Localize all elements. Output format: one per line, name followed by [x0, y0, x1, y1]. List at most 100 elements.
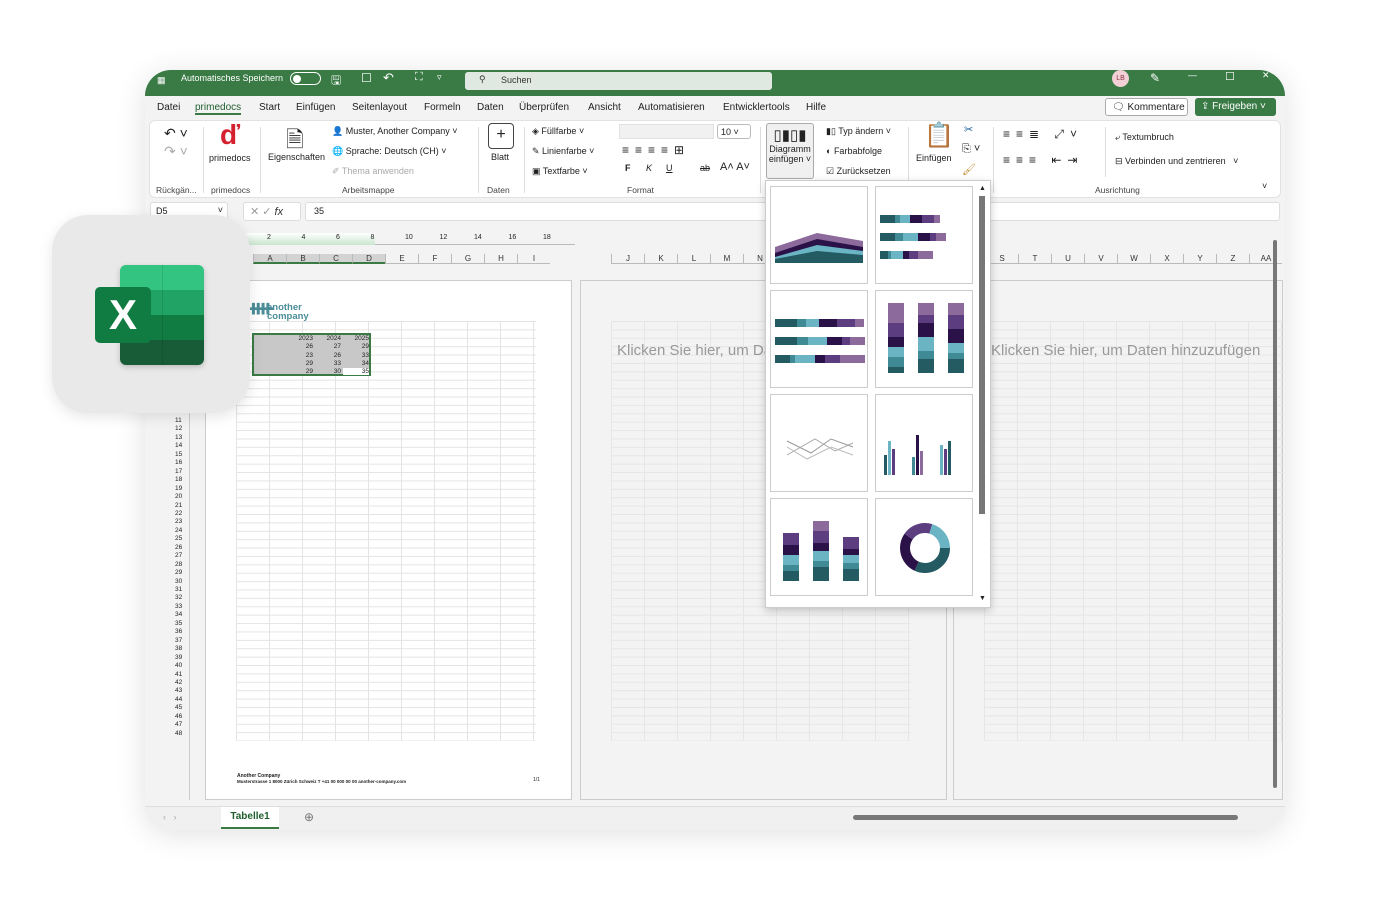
undo-icon[interactable]: ↶ [383, 70, 394, 86]
table-cell[interactable]: 33 [343, 352, 369, 359]
cell-grid[interactable] [236, 321, 536, 741]
row-header[interactable]: 15 [175, 451, 182, 458]
column-header[interactable]: I [517, 254, 550, 264]
column-header[interactable]: A [253, 254, 286, 264]
table-cell[interactable]: 30 [315, 368, 341, 375]
row-header[interactable]: 37 [175, 637, 182, 644]
tab-nav-arrows[interactable]: ‹ › [163, 812, 177, 822]
customize-icon[interactable]: ▿ [437, 72, 442, 83]
vertical-align-buttons[interactable]: ≡≡≣ ⤢˅ [1003, 127, 1083, 142]
cell-grid-3[interactable] [984, 321, 1284, 741]
underline-button[interactable]: U [666, 163, 673, 173]
color-sequence-button[interactable]: ◐ Farbabfolge [826, 146, 882, 156]
save-icon[interactable]: 🖫 [331, 71, 341, 92]
row-header[interactable]: 36 [175, 628, 182, 635]
grow-font-button[interactable]: A˄ A˅ [720, 161, 750, 173]
fill-color-button[interactable]: ◈ Füllfarbe ˅ [532, 126, 584, 137]
row-header[interactable]: 24 [175, 527, 182, 534]
wrap-text-button[interactable]: ⤶ Textumbruch [1115, 132, 1174, 143]
row-header[interactable]: 21 [175, 502, 182, 509]
touch-icon[interactable]: ⛶ [415, 71, 423, 84]
strikethrough-button[interactable]: ab [700, 163, 710, 173]
row-header[interactable]: 41 [175, 671, 182, 678]
row-header[interactable]: 20 [175, 493, 182, 500]
column-header[interactable]: Y [1183, 254, 1216, 264]
minimize-button[interactable]: — [1188, 70, 1197, 80]
column-header[interactable]: G [451, 254, 484, 264]
bold-button[interactable]: F [625, 163, 631, 173]
horizontal-align-buttons[interactable]: ≡≡≡ ⇤⇥ [1003, 153, 1083, 167]
column-header[interactable]: C [319, 254, 352, 264]
column-header[interactable]: J [611, 254, 644, 264]
row-header[interactable]: 48 [175, 730, 182, 737]
column-header[interactable]: F [418, 254, 451, 264]
column-header[interactable]: Z [1216, 254, 1249, 264]
menu-ansicht[interactable]: Ansicht [588, 102, 621, 113]
table-cell[interactable]: 23 [287, 352, 313, 359]
table-cell[interactable]: 2025 [343, 335, 369, 342]
stacked-bar-100-chart-icon[interactable] [770, 290, 868, 388]
properties-button[interactable]: Eigenschaften [268, 152, 325, 162]
menu-seitenlayout[interactable]: Seitenlayout [352, 102, 407, 113]
change-type-button[interactable]: ▮▯ Typ ändern ˅ [826, 126, 891, 137]
row-header[interactable]: 22 [175, 510, 182, 517]
line-color-button[interactable]: ✎ Linienfarbe ˅ [532, 146, 594, 157]
table-cell[interactable]: 2024 [315, 335, 341, 342]
autosave-toggle[interactable] [290, 72, 321, 85]
table-cell[interactable]: 29 [287, 360, 313, 367]
menu-überprüfen[interactable]: Überprüfen [519, 102, 569, 113]
close-button[interactable]: ✕ [1262, 70, 1270, 81]
row-header[interactable]: 16 [175, 459, 182, 466]
text-color-button[interactable]: ▣ Textfarbe ˅ [532, 166, 588, 177]
table-cell[interactable]: 35 [343, 368, 369, 376]
format-painter-icon[interactable]: 🖌 [962, 163, 976, 176]
stacked-bar-chart-icon[interactable] [875, 186, 973, 284]
menu-entwicklertools[interactable]: Entwicklertools [723, 102, 790, 113]
row-header[interactable]: 34 [175, 611, 182, 618]
row-header[interactable]: 44 [175, 696, 182, 703]
row-header[interactable]: 17 [175, 468, 182, 475]
line-chart-icon[interactable] [770, 394, 868, 492]
column-header[interactable]: W [1117, 254, 1150, 264]
formula-buttons[interactable]: ✕ ✓ fx [243, 202, 301, 221]
stacked-column-chart-icon[interactable] [875, 290, 973, 388]
column-header[interactable]: U [1051, 254, 1084, 264]
table-cell[interactable]: 29 [287, 368, 313, 375]
cut-icon[interactable]: ✂ [964, 123, 973, 136]
menu-datei[interactable]: Datei [157, 102, 180, 113]
search-box[interactable]: ⚲ Suchen [465, 72, 772, 90]
column-header[interactable]: K [644, 254, 677, 264]
language-dropdown[interactable]: 🌐 Sprache: Deutsch (CH) ˅ [332, 146, 447, 157]
new-file-icon[interactable]: ☐ [361, 71, 372, 85]
avatar[interactable]: LB [1112, 70, 1129, 87]
row-header[interactable]: 18 [175, 476, 182, 483]
table-cell[interactable]: 26 [315, 352, 341, 359]
column-header[interactable]: D [352, 254, 385, 264]
menu-daten[interactable]: Daten [477, 102, 504, 113]
row-header[interactable]: 19 [175, 485, 182, 492]
maximize-button[interactable]: ☐ [1225, 70, 1235, 83]
merge-center-button[interactable]: ⊟ Verbinden und zentrieren ˅ [1115, 156, 1238, 167]
horizontal-scrollbar[interactable] [845, 812, 1265, 822]
row-header[interactable]: 27 [175, 552, 182, 559]
paste-button[interactable]: Einfügen [916, 153, 952, 163]
row-header[interactable]: 39 [175, 654, 182, 661]
gallery-scrollbar[interactable] [979, 196, 985, 514]
copy-icon[interactable]: ⎘ ˅ [962, 143, 980, 156]
row-header[interactable]: 46 [175, 713, 182, 720]
placeholder-text-2[interactable]: Klicken Sie hier, um Daten hinzuzufügen [991, 342, 1260, 359]
row-header[interactable]: 32 [175, 594, 182, 601]
tab-tabelle1[interactable]: Tabelle1 [221, 807, 279, 829]
comments-button[interactable]: 🗨 Kommentare [1105, 98, 1188, 116]
reset-button[interactable]: ☑ Zurücksetzen [826, 166, 891, 177]
apply-theme-button[interactable]: ✐ Thema anwenden [332, 166, 414, 177]
row-header[interactable]: 28 [175, 561, 182, 568]
table-cell[interactable]: 27 [315, 343, 341, 350]
contact-dropdown[interactable]: 👤 Muster, Another Company ˅ [332, 126, 458, 137]
table-cell[interactable]: 2023 [287, 335, 313, 342]
stacked-area-chart-icon[interactable] [770, 186, 868, 284]
table-cell[interactable]: 29 [343, 343, 369, 350]
scroll-down-button[interactable]: ▼ [979, 595, 986, 602]
row-header[interactable]: 31 [175, 586, 182, 593]
row-header[interactable]: 45 [175, 704, 182, 711]
